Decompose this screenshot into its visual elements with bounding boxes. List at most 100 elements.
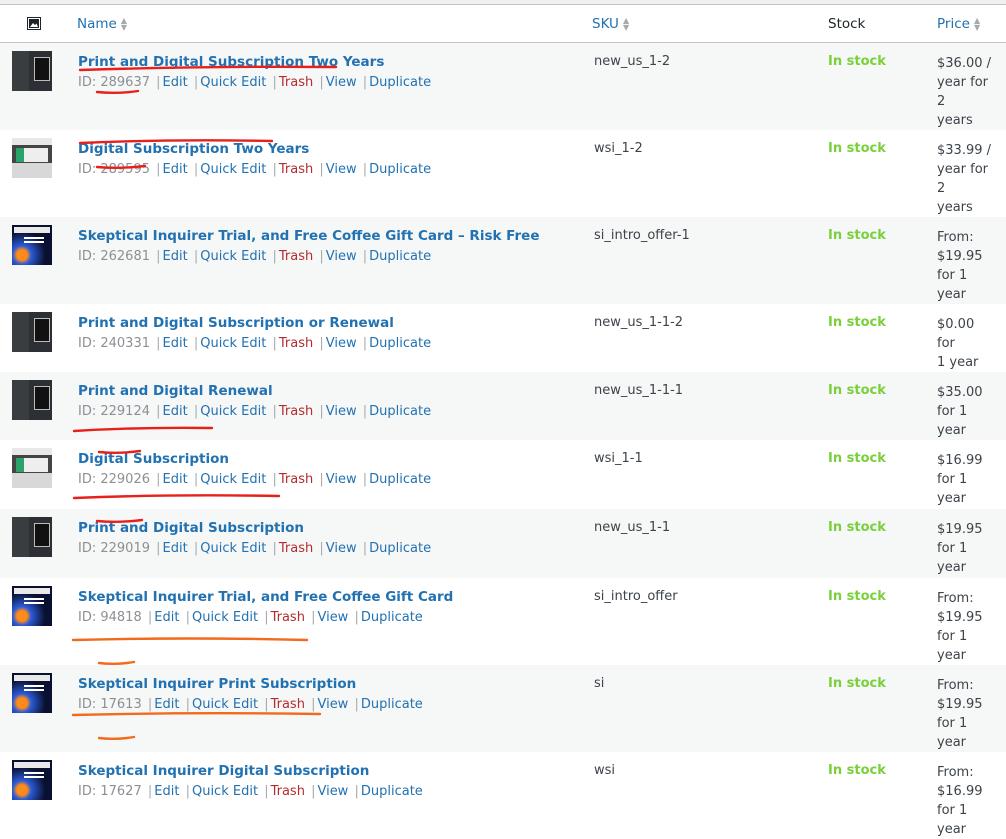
view-link[interactable]: View [326,541,357,556]
trash-link[interactable]: Trash [279,336,313,351]
view-link[interactable]: View [317,610,348,625]
product-thumbnail[interactable] [12,517,52,557]
duplicate-link[interactable]: Duplicate [361,610,423,625]
price-cell: $35.00 for 1 year [925,372,1006,440]
trash-link[interactable]: Trash [279,541,313,556]
trash-link[interactable]: Trash [279,75,313,90]
price-line: From: [937,230,974,245]
sku-value: new_us_1-2 [594,54,671,69]
trash-link[interactable]: Trash [279,249,313,264]
quick-edit-link[interactable]: Quick Edit [200,336,266,351]
product-name-link[interactable]: Print and Digital Subscription [78,520,304,536]
edit-link[interactable]: Edit [163,404,188,419]
product-name-link[interactable]: Skeptical Inquirer Trial, and Free Coffe… [78,589,453,605]
product-name-link[interactable]: Print and Digital Subscription or Renewa… [78,315,394,331]
sort-arrows-icon: ▲ ▼ [622,15,630,32]
duplicate-link[interactable]: Duplicate [361,697,423,712]
stock-status: In stock [828,54,886,69]
name-column-header[interactable]: Name ▲ ▼ [67,4,582,43]
view-link[interactable]: View [326,404,357,419]
duplicate-link[interactable]: Duplicate [369,162,431,177]
view-link[interactable]: View [317,784,348,799]
product-thumbnail[interactable] [12,138,52,178]
separator: | [156,249,161,264]
table-row: Print and Digital Renewal ID: 229124 | Ed… [0,372,1006,440]
row-actions: ID: 289595 | Edit | Quick Edit | Trash | Vie… [78,162,582,177]
duplicate-link[interactable]: Duplicate [361,784,423,799]
trash-link[interactable]: Trash [271,697,305,712]
quick-edit-link[interactable]: Quick Edit [192,697,258,712]
trash-link[interactable]: Trash [271,784,305,799]
sku-cell: si_intro_offer [582,578,816,665]
edit-link[interactable]: Edit [163,75,188,90]
product-name-link[interactable]: Skeptical Inquirer Digital Subscription [78,763,369,779]
quick-edit-link[interactable]: Quick Edit [200,541,266,556]
duplicate-link[interactable]: Duplicate [369,404,431,419]
product-id: 289637 [100,75,150,90]
separator: | [272,249,277,264]
edit-link[interactable]: Edit [163,336,188,351]
sort-arrows-icon: ▲ ▼ [120,15,127,32]
sku-column-header[interactable]: SKU ▲ ▼ [582,4,816,43]
trash-link[interactable]: Trash [279,404,313,419]
product-thumbnail[interactable] [12,760,52,800]
duplicate-link[interactable]: Duplicate [369,541,431,556]
stock-cell: In stock [816,440,925,509]
quick-edit-link[interactable]: Quick Edit [192,784,258,799]
row-actions: ID: 17627 | Edit | Quick Edit | Trash | View… [78,784,582,799]
row-actions: ID: 94818 | Edit | Quick Edit | Trash | View… [78,610,582,625]
product-name-link[interactable]: Print and Digital Subscription Two Years [78,54,384,70]
edit-link[interactable]: Edit [163,249,188,264]
trash-link[interactable]: Trash [271,610,305,625]
edit-link[interactable]: Edit [154,697,179,712]
view-link[interactable]: View [326,472,357,487]
duplicate-link[interactable]: Duplicate [369,75,431,90]
view-link[interactable]: View [326,336,357,351]
view-link[interactable]: View [326,249,357,264]
edit-link[interactable]: Edit [163,541,188,556]
product-id-label: ID: [78,472,101,487]
price-line: $36.00 / [937,56,991,71]
trash-link[interactable]: Trash [279,472,313,487]
price-column-header[interactable]: Price ▲ ▼ [925,4,1006,43]
stock-status: In stock [828,315,886,330]
price-cell: $36.00 / year for 2 years [925,42,1006,130]
product-name-link[interactable]: Skeptical Inquirer Trial, and Free Coffe… [78,228,540,244]
product-name-link[interactable]: Digital Subscription [78,451,229,467]
product-thumbnail[interactable] [12,51,52,91]
edit-link[interactable]: Edit [163,162,188,177]
product-thumbnail[interactable] [12,586,52,626]
quick-edit-link[interactable]: Quick Edit [200,404,266,419]
product-name-link[interactable]: Skeptical Inquirer Print Subscription [78,676,356,692]
product-name-link[interactable]: Print and Digital Renewal [78,383,273,399]
product-thumbnail[interactable] [12,380,52,420]
view-link[interactable]: View [326,75,357,90]
product-name-link[interactable]: Digital Subscription Two Years [78,141,309,157]
product-thumbnail[interactable] [12,312,52,352]
duplicate-link[interactable]: Duplicate [369,336,431,351]
edit-link[interactable]: Edit [154,610,179,625]
separator: | [193,162,199,177]
duplicate-link[interactable]: Duplicate [369,472,431,487]
product-id: 240331 [100,336,150,351]
view-link[interactable]: View [326,162,357,177]
quick-edit-link[interactable]: Quick Edit [200,75,266,90]
trash-link[interactable]: Trash [279,162,313,177]
quick-edit-link[interactable]: Quick Edit [200,472,266,487]
product-thumbnail[interactable] [12,673,52,713]
thumbnail-cell [0,217,67,304]
price-line: $35.00 [937,385,983,400]
stock-cell: In stock [816,578,925,665]
view-link[interactable]: View [317,697,348,712]
quick-edit-link[interactable]: Quick Edit [192,610,258,625]
quick-edit-link[interactable]: Quick Edit [200,162,266,177]
product-id: 262681 [100,249,150,264]
price-line: for 1 year [937,268,968,302]
edit-link[interactable]: Edit [154,784,179,799]
quick-edit-link[interactable]: Quick Edit [200,249,266,264]
product-thumbnail[interactable] [12,225,52,265]
duplicate-link[interactable]: Duplicate [369,249,431,264]
edit-link[interactable]: Edit [163,472,188,487]
separator: | [362,336,368,351]
product-thumbnail[interactable] [12,448,52,488]
